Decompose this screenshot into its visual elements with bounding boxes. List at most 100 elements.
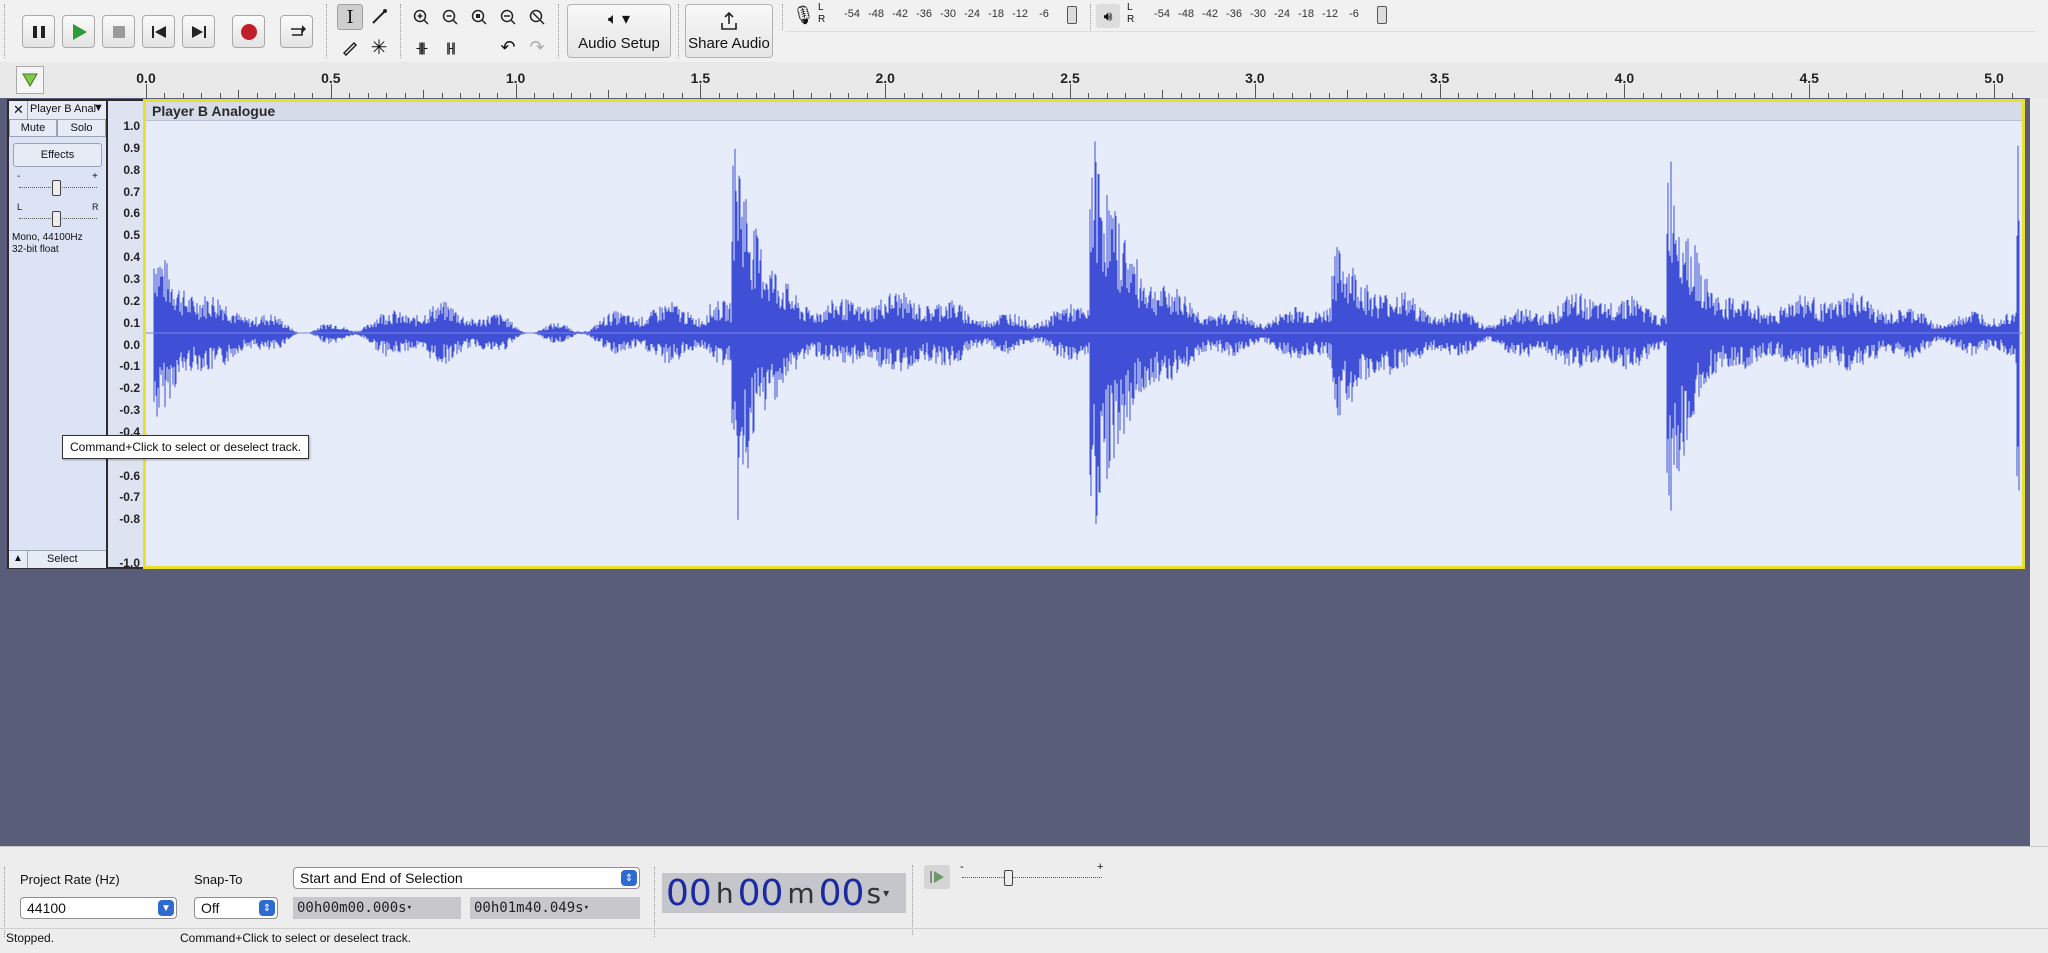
selection-end-time[interactable]: 00h01m40.049s ▾ <box>470 897 640 919</box>
toolbar-grip[interactable] <box>782 4 787 30</box>
selection-mode-combo[interactable]: Start and End of Selection ⇕ <box>293 867 640 889</box>
track-name-bar[interactable]: ✕ Player B Anal ▼ <box>9 101 106 120</box>
skip-to-end-button[interactable] <box>182 15 215 48</box>
amplitude-label: -1.0 <box>119 556 140 570</box>
audio-setup-button[interactable]: 🔈︎ ▾ Audio Setup <box>567 4 671 58</box>
zoom-selection-icon <box>471 9 487 25</box>
clip-title-bar[interactable]: Player B Analogue <box>146 102 2022 121</box>
project-rate-combo[interactable]: 44100 ▼ <box>20 897 177 919</box>
caret-down-icon: ▾ <box>883 886 890 900</box>
amplitude-label: 0.5 <box>123 228 140 243</box>
draw-tool-button[interactable] <box>337 34 363 60</box>
pan-slider-thumb[interactable] <box>52 211 61 227</box>
speed-slider-thumb[interactable] <box>1004 870 1013 886</box>
toolbar-grip[interactable] <box>4 4 9 58</box>
mute-button[interactable]: Mute <box>9 119 57 137</box>
microphone-icon[interactable]: 🎙︎ <box>792 5 815 26</box>
play-button[interactable] <box>62 15 95 48</box>
speed-slider-track[interactable] <box>962 877 1102 879</box>
trim-audio-button[interactable]: -||||- <box>408 34 434 60</box>
playback-meter[interactable]: -54 -48 -42 -36 -30 -24 -18 -12 -6 <box>1150 8 1366 20</box>
vertical-scrollbar[interactable] <box>2030 98 2048 846</box>
up-down-arrows-icon: ⇕ <box>621 870 637 886</box>
zoom-in-button[interactable] <box>408 4 434 30</box>
collapse-track-icon[interactable]: ▲ <box>13 553 23 564</box>
meter-r-label: R <box>818 14 826 25</box>
select-track-button[interactable]: Select <box>47 553 78 565</box>
waveform-clip[interactable]: Player B Analogue <box>143 99 2025 569</box>
undo-button[interactable]: ↶ <box>495 34 521 60</box>
toolbar-grip[interactable] <box>654 867 659 937</box>
ruler-tick-mark <box>977 90 979 98</box>
ruler-tick-mark <box>792 90 794 98</box>
track-control-panel[interactable]: ✕ Player B Anal ▼ Mute Solo Effects - + … <box>7 99 108 569</box>
timeline-ruler[interactable]: 0.0 0.5 1.0 1.5 2.0 2.5 3.0 3.5 4.0 4.5 5.0 <box>0 62 2048 99</box>
chevron-down-icon[interactable]: ▼ <box>93 102 104 114</box>
toolbar-grip[interactable] <box>326 4 331 58</box>
silence-audio-button[interactable]: ||-|| <box>437 34 463 60</box>
redo-button[interactable]: ↷ <box>524 34 550 60</box>
meter-tick: -12 <box>1012 8 1028 20</box>
snap-to-label: Snap-To <box>194 872 243 887</box>
project-rate-value: 44100 <box>27 900 66 916</box>
meter-tick: -36 <box>1226 8 1242 20</box>
loop-button[interactable] <box>280 15 313 48</box>
toolbar-grip[interactable] <box>4 867 9 937</box>
pause-button[interactable] <box>22 15 55 48</box>
playback-meter-slider[interactable] <box>1377 6 1387 24</box>
multi-tool-icon: ✳ <box>370 36 388 59</box>
effects-button[interactable]: Effects <box>13 143 102 167</box>
toolbar-grip[interactable] <box>558 4 563 58</box>
play-at-speed-button[interactable] <box>924 865 950 889</box>
audio-position-time[interactable]: 00 h 00 m 00 s ▾ <box>662 872 906 914</box>
speaker-meter-icon[interactable]: 🔊︎ <box>1096 4 1120 28</box>
record-meter-slider[interactable] <box>1067 6 1077 24</box>
skip-to-start-button[interactable] <box>142 15 175 48</box>
time-seconds: 00 <box>818 872 865 914</box>
skip-start-icon <box>151 25 166 38</box>
gain-slider-thumb[interactable] <box>52 180 61 196</box>
divider <box>27 551 28 568</box>
fit-project-button[interactable] <box>495 4 521 30</box>
selection-start-value: 00h00m00.000s <box>297 900 407 916</box>
close-track-icon[interactable]: ✕ <box>13 102 24 118</box>
meter-tick: -24 <box>964 8 980 20</box>
time-h-unit: h <box>715 876 734 910</box>
share-audio-button[interactable]: Share Audio <box>685 4 773 58</box>
envelope-tool-button[interactable] <box>366 4 392 30</box>
amplitude-ruler[interactable]: 1.0 0.9 0.8 0.7 0.6 0.5 0.4 0.3 0.2 0.1 0.0 -0.1 -0.… <box>108 99 143 570</box>
meter-tick: -36 <box>916 8 932 20</box>
solo-button[interactable]: Solo <box>57 119 106 137</box>
play-at-speed-icon <box>930 871 944 883</box>
toolbar-grip[interactable] <box>1090 4 1095 30</box>
meter-tick: -54 <box>1154 8 1170 20</box>
fit-selection-button[interactable] <box>466 4 492 30</box>
meter-r-label: R <box>1127 14 1135 25</box>
pan-left-label: L <box>17 202 23 212</box>
zoom-out-button[interactable] <box>437 4 463 30</box>
record-meter[interactable]: -54 -48 -42 -36 -30 -24 -18 -12 -6 <box>840 8 1056 20</box>
ruler-tick-mark <box>1716 90 1718 98</box>
snap-to-combo[interactable]: Off ⇕ <box>194 897 278 919</box>
record-button[interactable] <box>232 15 265 48</box>
timeline-options-button[interactable] <box>16 66 44 94</box>
silence-icon: ||-|| <box>446 39 456 55</box>
selection-start-time[interactable]: 00h00m00.000s ▾ <box>293 897 461 919</box>
amplitude-label: 1.0 <box>123 119 140 133</box>
skip-end-icon <box>191 25 206 38</box>
stop-button[interactable] <box>102 15 135 48</box>
toolbar-grip[interactable] <box>678 4 683 58</box>
amplitude-label: 0.4 <box>123 250 140 265</box>
waveform[interactable] <box>146 120 2022 566</box>
chevron-down-icon: ▼ <box>158 900 174 916</box>
multi-tool-button[interactable]: ✳ <box>366 34 392 60</box>
time-m-unit: m <box>787 876 815 910</box>
meter-tick: -42 <box>892 8 908 20</box>
toolbar-grip[interactable] <box>912 865 917 935</box>
track-name-menu[interactable]: Player B Anal <box>30 103 96 115</box>
gain-minus-label: - <box>17 171 21 182</box>
clip-name[interactable]: Player B Analogue <box>152 103 275 119</box>
selection-tool-button[interactable]: I <box>337 4 363 30</box>
toolbar-grip[interactable] <box>400 4 405 58</box>
zoom-toggle-button[interactable] <box>524 4 550 30</box>
